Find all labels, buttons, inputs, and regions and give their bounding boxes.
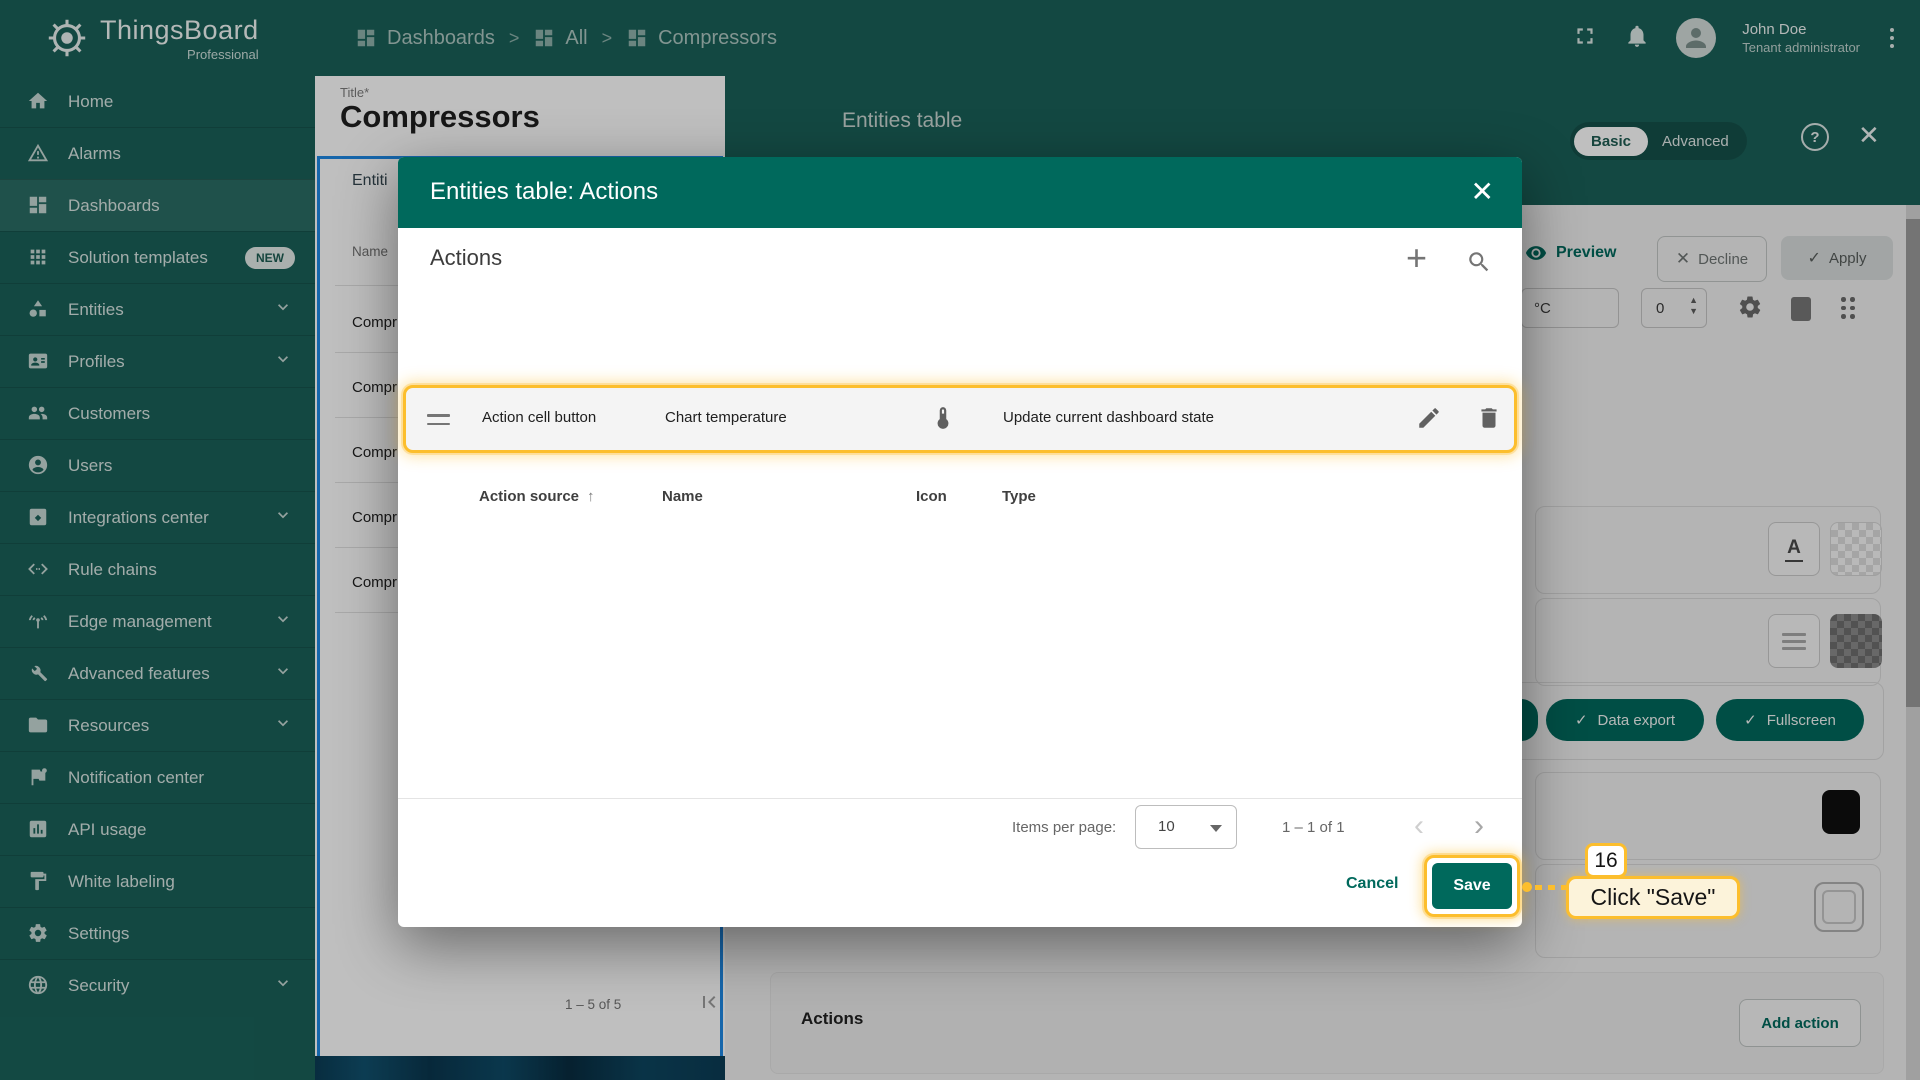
action-source-cell: Action cell button: [482, 409, 597, 426]
annotation-connector-dot: [1522, 882, 1532, 892]
sort-ascending-icon: ↑: [587, 488, 595, 505]
screen: ThingsBoard Professional Home Alarms Das…: [0, 0, 1920, 1080]
cancel-button[interactable]: Cancel: [1346, 875, 1398, 893]
thermometer-icon: [930, 405, 956, 436]
annotation-step-label: Click "Save": [1566, 876, 1740, 919]
column-header-type[interactable]: Type: [1002, 488, 1036, 505]
chevron-down-icon: [1210, 825, 1222, 832]
edit-pencil-icon[interactable]: [1416, 405, 1442, 436]
action-name-cell: Chart temperature: [665, 409, 787, 426]
column-header-action-source[interactable]: Action source ↑: [479, 488, 595, 505]
divider: [398, 798, 1522, 799]
next-page-icon[interactable]: ›: [1474, 809, 1484, 843]
column-header-name[interactable]: Name: [662, 488, 703, 505]
dialog-title: Entities table: Actions: [430, 178, 659, 205]
action-type-cell: Update current dashboard state: [1003, 409, 1214, 426]
drag-handle-icon[interactable]: [427, 414, 450, 426]
dialog-header: Entities table: Actions ✕: [398, 157, 1522, 228]
actions-list-title: Actions: [430, 245, 503, 270]
delete-trash-icon[interactable]: [1476, 405, 1502, 436]
annotation-step-number: 16: [1585, 843, 1627, 878]
column-header-icon[interactable]: Icon: [916, 488, 947, 505]
action-table-row-highlighted[interactable]: Action cell button Chart temperature Upd…: [403, 385, 1517, 453]
items-per-page-select[interactable]: 10: [1135, 805, 1237, 849]
close-icon[interactable]: ✕: [1471, 175, 1494, 208]
items-per-page-label: Items per page:: [1012, 819, 1117, 836]
save-button[interactable]: Save: [1432, 863, 1512, 909]
previous-page-icon[interactable]: ‹: [1414, 809, 1424, 843]
search-icon[interactable]: [1466, 249, 1492, 280]
entities-table-actions-dialog: Entities table: Actions ✕ Actions + Acti…: [398, 157, 1522, 927]
annotation-connector-dash: [1535, 885, 1569, 890]
pagination-range: 1 – 1 of 1: [1282, 819, 1345, 836]
add-icon[interactable]: +: [1406, 237, 1427, 279]
